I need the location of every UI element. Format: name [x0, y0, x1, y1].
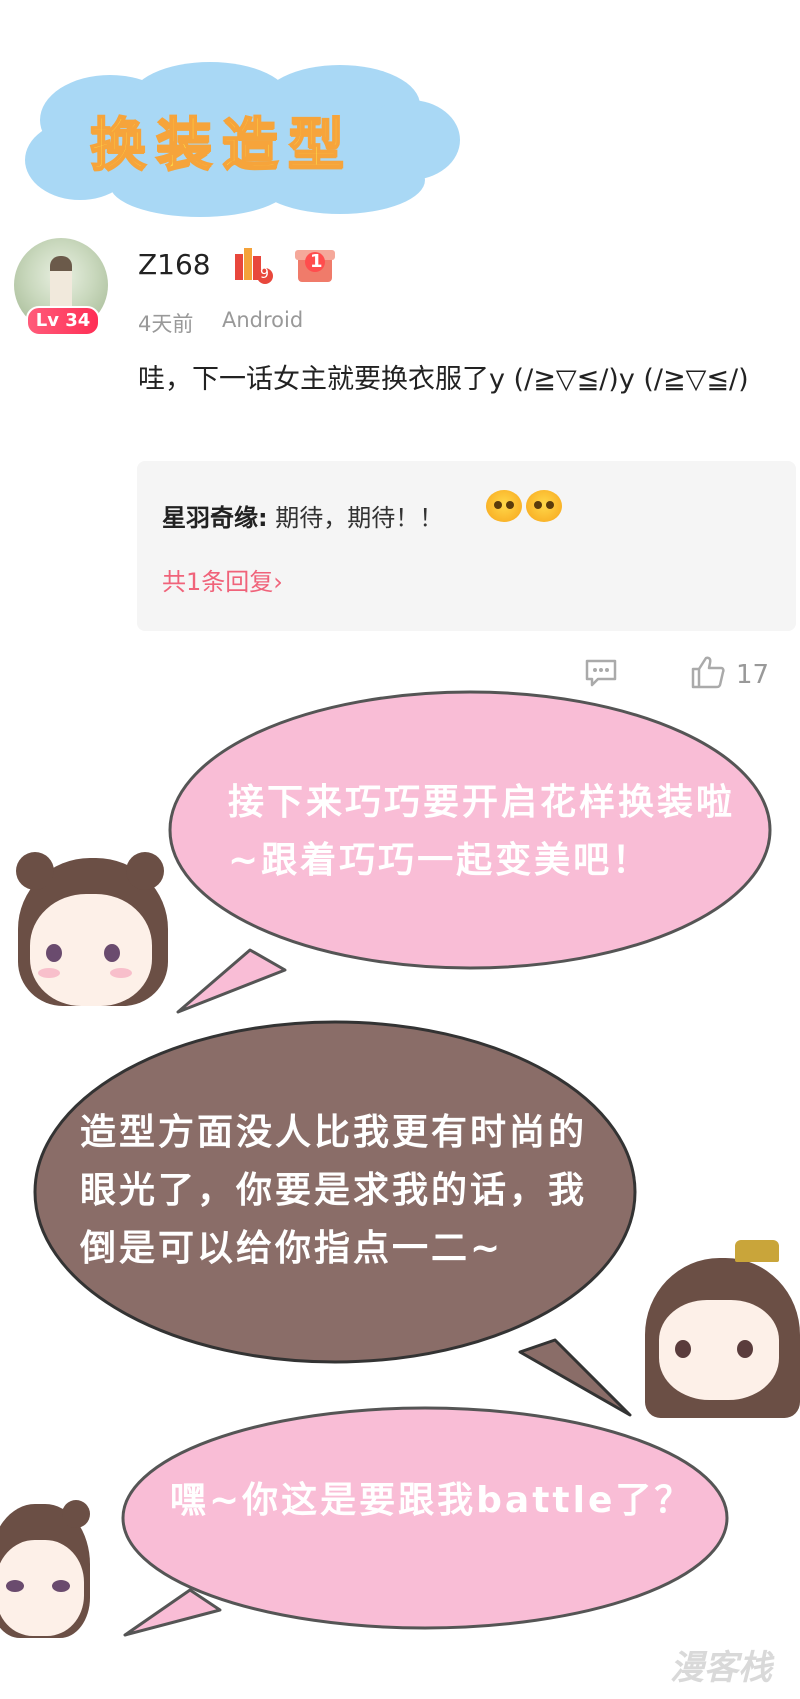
watermark-logo: 漫客栈 — [670, 1648, 772, 1688]
dialogue-2: 造型方面没人比我更有时尚的眼光了，你要是求我的话，我倒是可以给你指点一二~ — [80, 1112, 588, 1269]
character-boy — [645, 1240, 800, 1418]
dialogue-3: 嘿~你这是要跟我battle了？ — [170, 1480, 694, 1521]
character-girl-1 — [0, 852, 180, 1012]
dialogue-1: 接下来巧巧要开启花样换装啦~跟着巧巧一起变美吧！ — [228, 782, 736, 881]
character-girl-2 — [0, 1500, 100, 1640]
